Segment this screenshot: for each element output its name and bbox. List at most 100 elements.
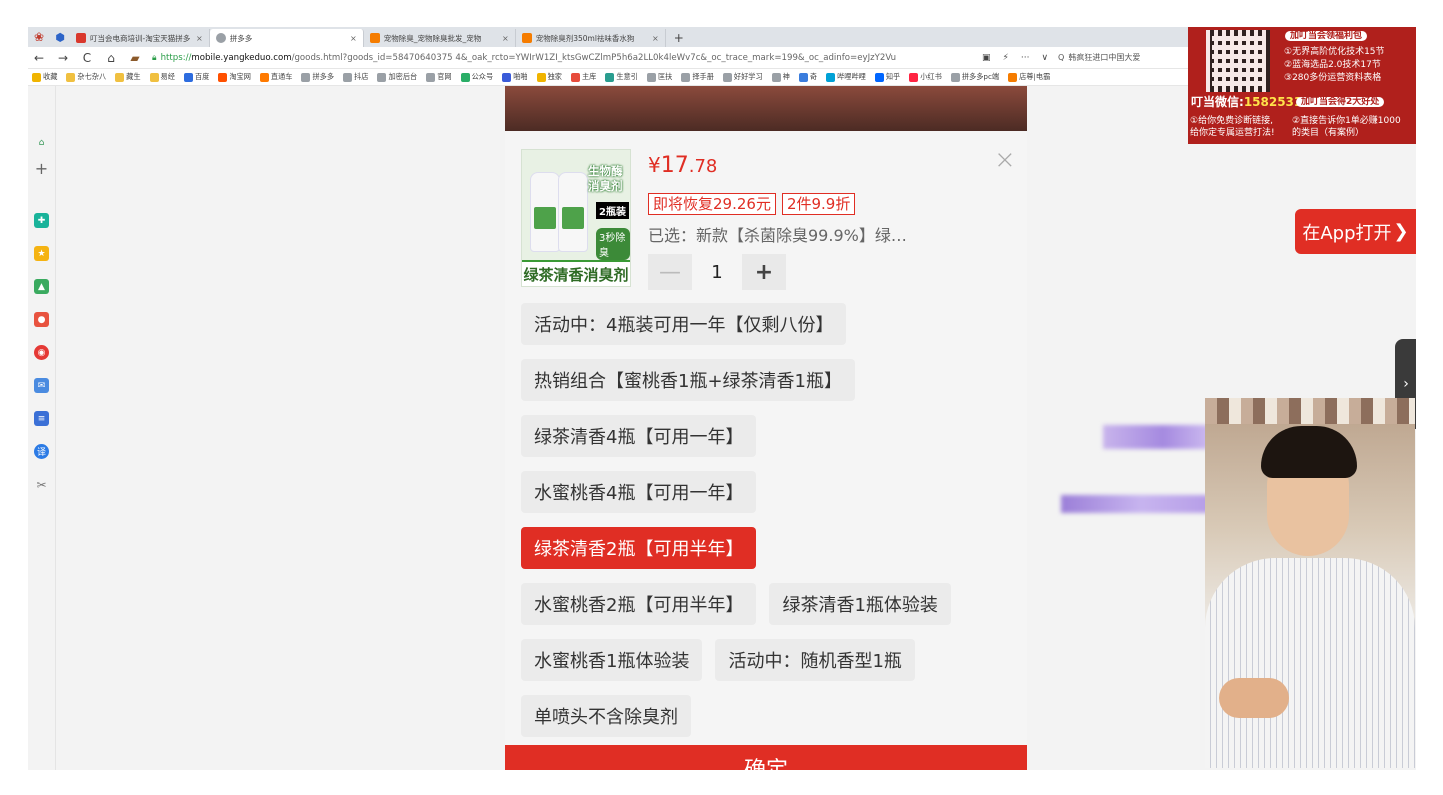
- bookmark-item[interactable]: 抖店: [343, 72, 368, 82]
- bottle-image: [530, 172, 560, 252]
- forward-button[interactable]: →: [56, 51, 70, 65]
- sku-option[interactable]: 单喷头不含除臭剂: [521, 695, 691, 737]
- translate-icon[interactable]: 译: [34, 444, 49, 459]
- bookmark-item[interactable]: 百度: [183, 72, 210, 82]
- home-button[interactable]: ⌂: [104, 51, 118, 65]
- discount-tag: 2件9.9折: [781, 193, 856, 215]
- sidebar-app-icon-2[interactable]: ▲: [34, 279, 49, 294]
- back-button[interactable]: ←: [32, 51, 46, 65]
- more-icon[interactable]: ···: [1021, 53, 1030, 63]
- bookmark-item[interactable]: 好好学习: [722, 72, 763, 82]
- bookmark-item[interactable]: 拼多多: [301, 72, 334, 82]
- bookmark-favicon-icon: [605, 72, 615, 82]
- tab-3[interactable]: 宠物除臭剂350ml祛味香水狗 ×: [516, 29, 666, 47]
- tab-2[interactable]: 宠物除臭_宠物除臭批发_宠物 ×: [364, 29, 516, 47]
- bookmark-item[interactable]: 小红书: [909, 72, 942, 82]
- bookmark-item[interactable]: 加密后台: [377, 72, 417, 82]
- decrement-button[interactable]: —: [648, 254, 692, 290]
- bookmark-label: 知乎: [885, 72, 901, 81]
- scissors-icon[interactable]: ✂: [34, 477, 49, 492]
- sku-option[interactable]: 绿茶清香2瓶【可用半年】: [521, 527, 757, 569]
- sku-sheet: 生物酶消臭剂 2瓶装 3秒除臭 绿茶清香消臭剂 ¥17.78 即将恢复29.26…: [505, 131, 1027, 770]
- bookmark-label: 抖店: [354, 72, 369, 81]
- bookmark-item[interactable]: 拼多多pc端: [950, 72, 999, 82]
- bookmark-item[interactable]: 奇: [798, 72, 817, 82]
- sku-option[interactable]: 活动中：4瓶装可用一年【仅剩八份】: [521, 303, 847, 345]
- sidebar-app-icon-3[interactable]: ●: [34, 312, 49, 327]
- sku-option[interactable]: 绿茶清香1瓶体验装: [769, 583, 951, 625]
- promo-overlay: 加叮当会领福利包 ①无界高阶优化技术15节 ②蓝海选品2.0技术17节 ③280…: [1188, 27, 1416, 144]
- lightning-icon[interactable]: ⚡: [1003, 53, 1009, 63]
- promo-line-2: ②蓝海选品2.0技术17节: [1284, 60, 1381, 70]
- promo-line-1: ①无界高阶优化技术15节: [1284, 47, 1385, 57]
- tab-favicon-icon: [215, 33, 226, 43]
- sku-option[interactable]: 绿茶清香4瓶【可用一年】: [521, 415, 757, 457]
- bookmark-item[interactable]: 哔哩哔哩: [826, 72, 866, 82]
- tab-close-icon[interactable]: ×: [350, 34, 357, 43]
- tab-0[interactable]: 叮当会电商培训-淘宝天猫拼多 ×: [70, 29, 210, 47]
- reload-button[interactable]: C: [80, 51, 94, 65]
- close-icon[interactable]: ×: [994, 145, 1016, 175]
- sidebar-app-icon-6[interactable]: ≡: [34, 411, 49, 426]
- sku-option[interactable]: 活动中：随机香型1瓶: [715, 639, 915, 681]
- home-icon[interactable]: ⌂: [34, 135, 49, 150]
- bookmark-item[interactable]: 独家: [536, 72, 562, 82]
- bookmark-item[interactable]: 生意引: [605, 72, 638, 82]
- screenshot-icon[interactable]: ▣: [982, 53, 991, 63]
- bookmark-favicon-icon: [66, 72, 76, 82]
- add-icon[interactable]: +: [34, 159, 49, 178]
- bookmark-item[interactable]: 直通车: [259, 72, 292, 82]
- search-box[interactable]: Q 韩疯狂进口中国大爱: [1058, 52, 1178, 63]
- bookmark-item[interactable]: 收藏: [32, 72, 57, 82]
- sidebar-star-icon[interactable]: ★: [34, 246, 49, 261]
- increment-button[interactable]: +: [742, 254, 786, 290]
- extension-icon[interactable]: ▰: [128, 51, 142, 65]
- bookmark-favicon-icon: [218, 72, 228, 82]
- bookmark-item[interactable]: 匡扶: [646, 72, 672, 82]
- bookmark-item[interactable]: 神: [771, 72, 790, 82]
- thumb-product-name: 生物酶消臭剂: [588, 164, 623, 193]
- tab-close-icon[interactable]: ×: [502, 34, 509, 43]
- selected-sku-text: 已选：新款【杀菌除臭99.9%】绿…: [648, 226, 907, 245]
- sidebar-app-icon-5[interactable]: ✉: [34, 378, 49, 393]
- sku-option[interactable]: 水蜜桃香2瓶【可用半年】: [521, 583, 757, 625]
- sidebar-app-icon-4[interactable]: ◉: [34, 345, 49, 360]
- bookmark-item[interactable]: 易经: [149, 72, 175, 82]
- sku-option[interactable]: 水蜜桃香4瓶【可用一年】: [521, 471, 757, 513]
- toolbar-tools: ▣ ⚡ ··· ∨: [982, 53, 1048, 63]
- new-tab-button[interactable]: +: [666, 29, 692, 47]
- product-thumbnail[interactable]: 生物酶消臭剂 2瓶装 3秒除臭 绿茶清香消臭剂: [521, 149, 631, 287]
- tab-close-icon[interactable]: ×: [652, 34, 659, 43]
- shield-icon[interactable]: ⬢: [50, 27, 70, 47]
- address-bar[interactable]: 🔒︎ https://mobile.yangkeduo.com/goods.ht…: [152, 53, 972, 63]
- bookmark-item[interactable]: 择手册: [681, 72, 714, 82]
- wechat-label: 叮当微信:: [1191, 95, 1244, 109]
- bookmark-favicon-icon: [259, 72, 269, 82]
- bookmark-item[interactable]: 店尊|电霸: [1008, 72, 1050, 82]
- bookmark-item[interactable]: 藏生: [115, 72, 141, 82]
- chevron-down-icon[interactable]: ∨: [1041, 53, 1048, 63]
- confirm-button[interactable]: 确定: [505, 745, 1027, 770]
- tab-close-icon[interactable]: ×: [196, 34, 203, 43]
- bookmark-item[interactable]: 杂七杂八: [66, 72, 106, 82]
- open-in-app-button[interactable]: 在App打开 ❯: [1295, 209, 1416, 254]
- bookmark-item[interactable]: 官网: [426, 72, 452, 82]
- tab-1[interactable]: 拼多多 ×: [209, 29, 364, 47]
- bookmark-item[interactable]: 啪啪: [502, 72, 528, 82]
- presenter-webcam: [1205, 398, 1415, 768]
- bookmark-item[interactable]: 主库: [570, 72, 596, 82]
- quantity-value[interactable]: 1: [692, 262, 742, 283]
- bookmark-item[interactable]: 知乎: [874, 72, 901, 82]
- tab-label: 宠物除臭_宠物除臭批发_宠物: [383, 33, 482, 43]
- search-text: 韩疯狂进口中国大爱: [1068, 53, 1141, 62]
- bookmark-item[interactable]: 淘宝网: [218, 72, 251, 82]
- bookmark-label: 百度: [194, 72, 210, 81]
- bookmark-label: 生意引: [616, 72, 638, 81]
- bookmark-favicon-icon: [570, 72, 580, 82]
- sku-option[interactable]: 水蜜桃香1瓶体验装: [521, 639, 703, 681]
- presenter-shirt: [1205, 558, 1415, 768]
- sku-option[interactable]: 热销组合【蜜桃香1瓶+绿茶清香1瓶】: [521, 359, 855, 401]
- bookmark-item[interactable]: 公众号: [460, 72, 493, 82]
- sidebar-app-icon-1[interactable]: ✚: [34, 213, 49, 228]
- bookmark-favicon-icon: [874, 72, 884, 82]
